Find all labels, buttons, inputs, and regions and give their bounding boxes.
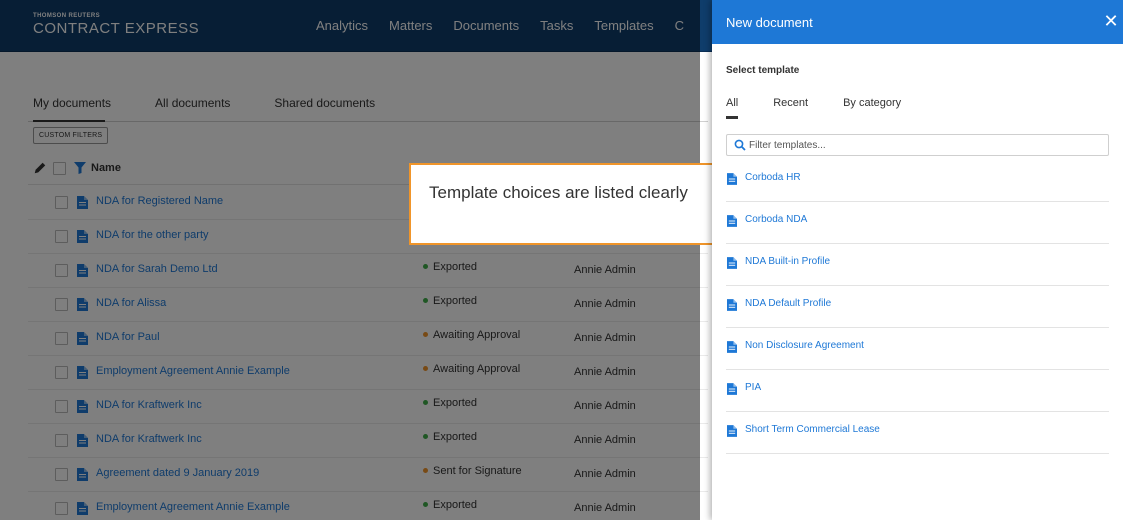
tab-all[interactable]: All [726, 97, 738, 109]
template-item[interactable]: NDA Built-in Profile [726, 244, 1109, 286]
panel-title: New document [726, 15, 813, 30]
document-icon [727, 256, 737, 269]
tab-recent[interactable]: Recent [773, 97, 808, 109]
tab-by-category[interactable]: By category [843, 97, 901, 109]
template-name[interactable]: Short Term Commercial Lease [745, 424, 880, 435]
document-icon [727, 298, 737, 311]
annotation-callout: Template choices are listed clearly [409, 163, 715, 245]
template-name[interactable]: PIA [745, 382, 761, 393]
template-item[interactable]: Non Disclosure Agreement [726, 328, 1109, 370]
search-icon [734, 139, 746, 151]
callout-text: Template choices are listed clearly [429, 183, 688, 202]
template-item[interactable]: Corboda NDA [726, 202, 1109, 244]
template-name[interactable]: NDA Built-in Profile [745, 256, 830, 267]
template-tabs: All Recent By category [726, 97, 936, 109]
active-template-tab-indicator [726, 116, 738, 119]
document-icon [727, 382, 737, 395]
modal-backdrop[interactable] [0, 0, 700, 520]
select-template-label: Select template [726, 65, 800, 76]
new-document-panel: New document ✕ Select template All Recen… [712, 0, 1123, 520]
template-item[interactable]: NDA Default Profile [726, 286, 1109, 328]
template-name[interactable]: Corboda NDA [745, 214, 807, 225]
document-icon [727, 214, 737, 227]
close-icon[interactable]: ✕ [1103, 11, 1119, 31]
template-item[interactable]: Corboda HR [726, 160, 1109, 202]
panel-header: New document ✕ [712, 0, 1123, 44]
contract-express-app: THOMSON REUTERS CONTRACT EXPRESS Analyti… [0, 0, 1123, 520]
template-name[interactable]: Non Disclosure Agreement [745, 340, 864, 351]
document-icon [727, 424, 737, 437]
document-icon [727, 172, 737, 185]
document-icon [727, 340, 737, 353]
filter-templates-input[interactable] [749, 137, 1104, 153]
template-item[interactable]: PIA [726, 370, 1109, 412]
filter-templates-box[interactable] [726, 134, 1109, 156]
template-name[interactable]: Corboda HR [745, 172, 801, 183]
template-name[interactable]: NDA Default Profile [745, 298, 831, 309]
template-item[interactable]: Short Term Commercial Lease [726, 412, 1109, 454]
